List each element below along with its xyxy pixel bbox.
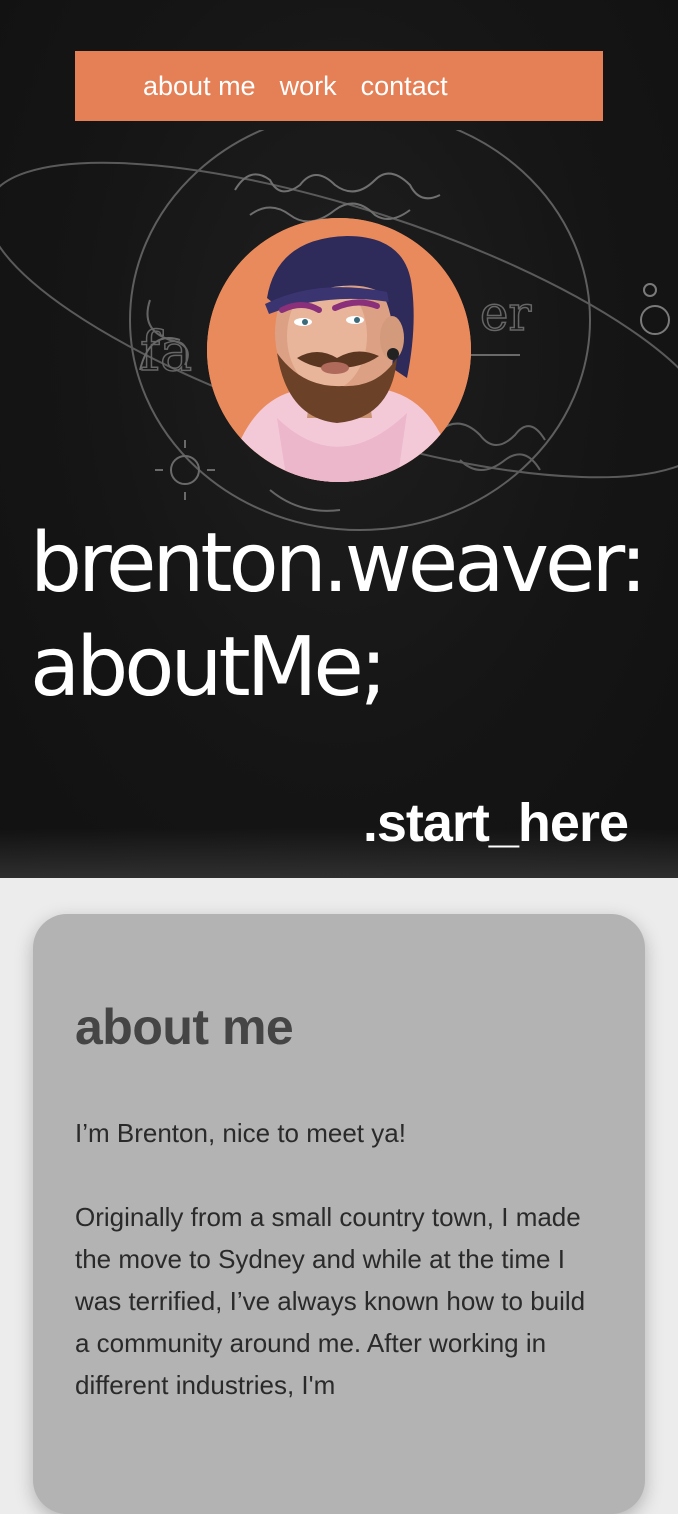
svg-text:er: er — [480, 286, 531, 342]
about-me-heading: about me — [75, 999, 294, 1055]
about-paragraph: Originally from a small country town, I … — [75, 1202, 586, 1400]
hero-title: brenton.weaver: aboutMe; — [30, 512, 647, 720]
hero-section: fa er about me work contact brenton.weav… — [0, 0, 678, 878]
svg-text:fa: fa — [140, 320, 192, 383]
avatar — [207, 218, 471, 482]
hero-title-line-2: aboutMe; — [30, 620, 387, 715]
hero-title-line-1: brenton.weaver: — [30, 516, 647, 611]
about-me-card: about me I’m Brenton, nice to meet ya! O… — [33, 914, 645, 1514]
nav-link-contact[interactable]: contact — [361, 71, 448, 102]
nav-link-work[interactable]: work — [280, 71, 337, 102]
about-paragraph: I’m Brenton, nice to meet ya! — [75, 1118, 406, 1148]
nav-link-about-me[interactable]: about me — [143, 71, 256, 102]
start-here-link[interactable]: .start_here — [363, 792, 629, 854]
top-navigation: about me work contact — [75, 51, 603, 121]
avatar-portrait-illustration — [207, 218, 471, 482]
